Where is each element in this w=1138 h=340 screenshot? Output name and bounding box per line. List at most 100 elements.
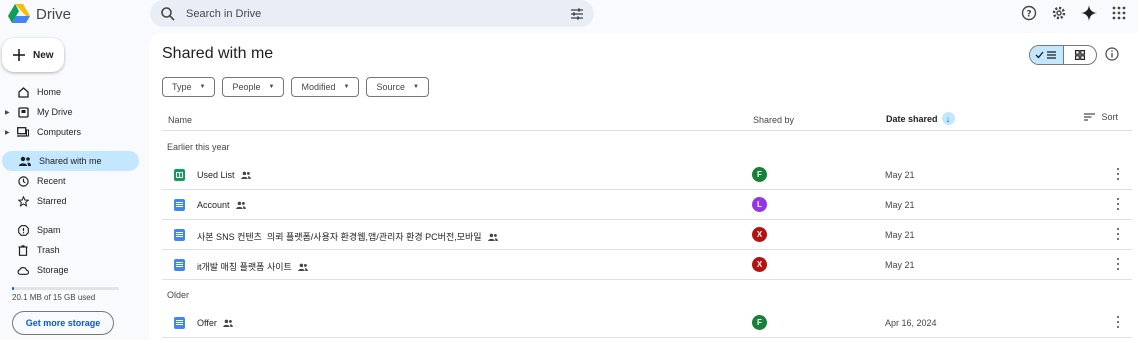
sidebar-item-recent[interactable]: Recent [0, 171, 140, 191]
date-shared: Apr 16, 2024 [885, 318, 937, 328]
filter-label: Type [172, 82, 192, 92]
sidebar-item-label: Computers [37, 127, 82, 137]
grid-view-icon [1074, 50, 1085, 60]
sidebar-item-label: Trash [37, 245, 60, 255]
sidebar-item-trash[interactable]: Trash [0, 240, 140, 260]
get-more-storage-button[interactable]: Get more storage [12, 311, 114, 335]
dropdown-arrow-icon: ▼ [412, 84, 419, 90]
date-shared: May 21 [885, 260, 915, 270]
avatar[interactable]: L [752, 197, 767, 212]
list-view-icon [1035, 51, 1057, 59]
column-date-shared-label: Date shared [886, 113, 938, 124]
new-button-label: New [33, 49, 54, 61]
sidebar-item-spam[interactable]: Spam [0, 220, 140, 240]
view-toggle[interactable] [1029, 45, 1097, 65]
drive-logo[interactable]: Drive [8, 2, 71, 26]
filter-type[interactable]: Type ▼ [162, 77, 216, 97]
shared-people-icon [223, 319, 233, 327]
more-options-icon[interactable] [1116, 258, 1120, 270]
apps-grid-icon[interactable] [1110, 4, 1128, 22]
avatar[interactable]: F [752, 167, 767, 182]
storage-usage-bar [12, 287, 119, 290]
info-icon[interactable] [1105, 47, 1119, 61]
avatar[interactable]: F [752, 315, 767, 330]
avatar[interactable]: X [752, 227, 767, 242]
sidebar-item-my-drive[interactable]: ▶ My Drive [0, 102, 140, 122]
sort-descending-icon[interactable]: ↓ [941, 112, 955, 125]
main-panel: Shared with me Type ▼ People ▼ Modified ▼ S… [149, 33, 1138, 340]
filter-modified[interactable]: Modified ▼ [291, 77, 360, 97]
grid-view-button[interactable] [1064, 46, 1097, 64]
sidebar-item-label: Recent [37, 176, 66, 186]
filter-label: Source [376, 82, 405, 92]
sidebar-item-computers[interactable]: ▶ Computers [0, 122, 140, 142]
shared-people-icon [240, 171, 251, 179]
sidebar-item-home[interactable]: Home [0, 82, 140, 102]
search-icon[interactable] [160, 6, 176, 22]
cloud-icon [17, 264, 29, 276]
section-header: Earlier this year [167, 142, 230, 152]
table-row[interactable]: Offer F Apr 16, 2024 [162, 308, 1132, 338]
file-name: Offer [197, 318, 217, 328]
shared-people-icon [298, 263, 308, 271]
sort-label: Sort [1101, 112, 1118, 122]
date-shared: May 21 [885, 170, 915, 180]
home-icon [17, 86, 29, 98]
column-date-shared[interactable]: Date shared ↓ [886, 112, 955, 125]
date-shared: May 21 [885, 230, 915, 240]
dropdown-arrow-icon: ▼ [268, 84, 275, 90]
dropdown-arrow-icon: ▼ [199, 84, 206, 90]
file-name: Account [197, 200, 230, 210]
dropdown-arrow-icon: ▼ [343, 84, 350, 90]
table-row[interactable]: it개발 매칭 플랫폼 사이트 X May 21 [162, 250, 1132, 280]
list-view-button[interactable] [1030, 46, 1064, 64]
clock-icon [17, 175, 29, 187]
search-bar[interactable]: Search in Drive [150, 0, 594, 27]
expand-caret-icon[interactable]: ▶ [5, 129, 11, 136]
date-shared: May 21 [885, 200, 915, 210]
filter-bar: Type ▼ People ▼ Modified ▼ Source ▼ [162, 77, 429, 97]
sidebar-item-starred[interactable]: Starred [0, 191, 140, 211]
filter-source[interactable]: Source ▼ [366, 77, 429, 97]
more-options-icon[interactable] [1116, 316, 1120, 328]
more-options-icon[interactable] [1116, 168, 1120, 180]
column-name[interactable]: Name [168, 115, 192, 125]
drive-icon [17, 106, 29, 118]
sort-icon [1084, 113, 1096, 121]
table-row[interactable]: Account L May 21 [162, 190, 1132, 220]
shared-people-icon [487, 233, 498, 241]
page-title: Shared with me [162, 45, 274, 62]
sidebar-item-storage[interactable]: Storage [0, 260, 140, 280]
docs-file-icon [174, 229, 185, 241]
svg-text:?: ? [1026, 10, 1031, 20]
filter-label: Modified [301, 82, 336, 92]
help-icon[interactable]: ? [1020, 4, 1038, 22]
more-options-icon[interactable] [1116, 228, 1120, 240]
settings-gear-icon[interactable] [1050, 4, 1068, 22]
table-row[interactable]: Used List F May 21 [162, 160, 1132, 190]
app-name: Drive [36, 5, 72, 23]
sidebar-item-label: Spam [37, 225, 61, 235]
filter-people[interactable]: People ▼ [222, 77, 285, 97]
more-options-icon[interactable] [1116, 198, 1120, 210]
table-row[interactable]: 사본 SNS 컨텐츠 의뢰 플랫폼/사용자 환경웹,앱/관리자 환경 PC버전,… [162, 220, 1132, 250]
avatar[interactable]: X [752, 257, 767, 272]
search-input[interactable]: Search in Drive [186, 8, 570, 20]
docs-file-icon [174, 317, 185, 329]
sidebar-item-label: Starred [37, 196, 67, 206]
new-button[interactable]: New [2, 38, 64, 72]
sort-button[interactable]: Sort [1084, 112, 1118, 122]
search-options-icon[interactable] [570, 7, 584, 21]
sidebar-item-shared-with-me[interactable]: Shared with me [2, 151, 139, 171]
star-icon [17, 195, 29, 207]
file-name: 사본 SNS 컨텐츠 의뢰 플랫폼/사용자 환경웹,앱/관리자 환경 PC버전,… [197, 232, 482, 242]
expand-caret-icon[interactable]: ▶ [5, 109, 11, 116]
shared-icon [19, 155, 31, 167]
shared-people-icon [235, 201, 246, 209]
gemini-sparkle-icon[interactable] [1080, 4, 1098, 22]
docs-file-icon [174, 199, 185, 211]
sidebar-item-label: Shared with me [39, 156, 102, 166]
column-shared-by[interactable]: Shared by [753, 115, 794, 125]
filter-label: People [232, 82, 261, 92]
storage-used-text: 20.1 MB of 15 GB used [12, 293, 96, 302]
